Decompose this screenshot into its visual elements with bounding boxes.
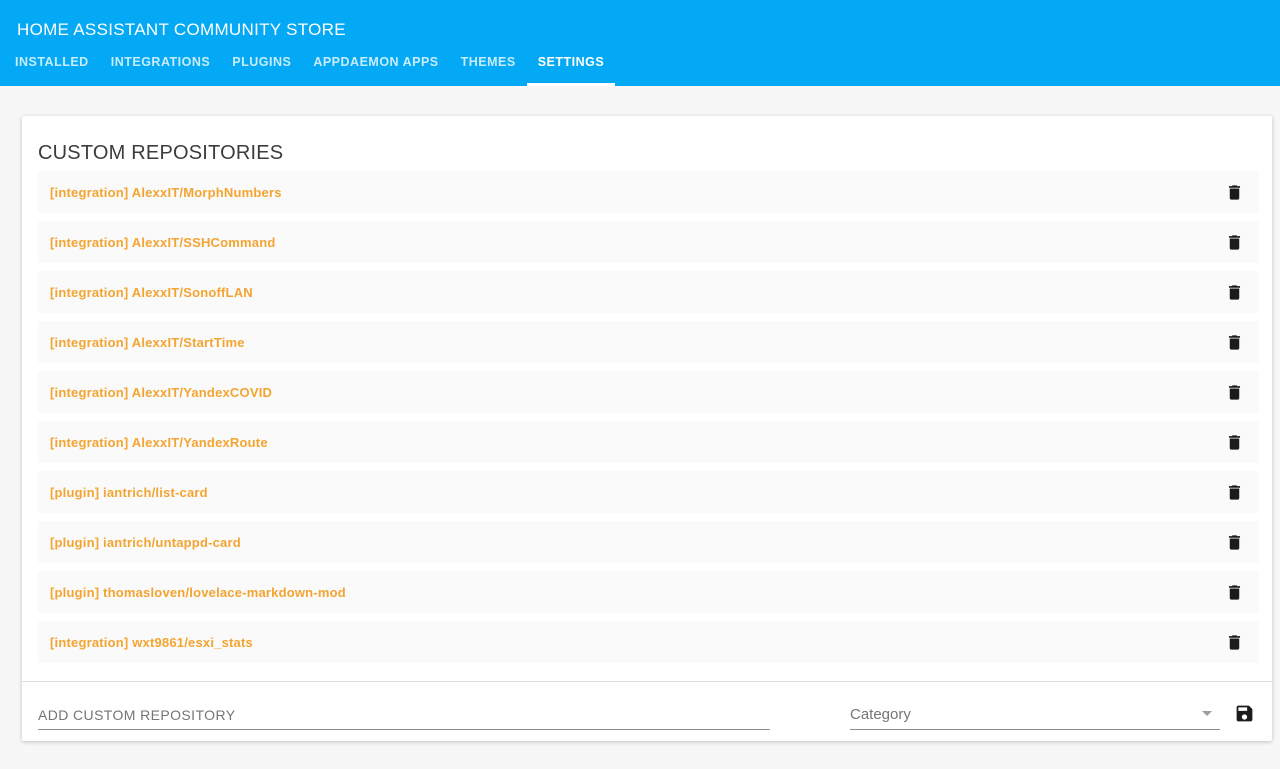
delete-repository-button[interactable] [1222, 480, 1246, 504]
delete-repository-button[interactable] [1222, 430, 1246, 454]
floppy-disk-icon [1236, 705, 1252, 721]
repository-link[interactable]: [integration] AlexxIT/StartTime [50, 335, 245, 350]
trash-icon [1228, 534, 1240, 550]
repository-row: [integration] AlexxIT/StartTime [38, 321, 1259, 363]
tab-integrations[interactable]: INTEGRATIONS [100, 38, 222, 86]
repository-row: [integration] AlexxIT/YandexRoute [38, 421, 1259, 463]
category-select[interactable]: Category [850, 700, 1220, 730]
repository-link[interactable]: [plugin] iantrich/list-card [50, 485, 208, 500]
caret-down-icon [1202, 711, 1212, 716]
content: CUSTOM REPOSITORIES [integration] AlexxI… [0, 116, 1280, 741]
repository-link[interactable]: [plugin] iantrich/untappd-card [50, 535, 241, 550]
delete-repository-button[interactable] [1222, 530, 1246, 554]
repository-row: [integration] wxt9861/esxi_stats [38, 621, 1259, 663]
trash-icon [1228, 634, 1240, 650]
repository-link[interactable]: [plugin] thomasloven/lovelace-markdown-m… [50, 585, 346, 600]
repository-row: [plugin] iantrich/list-card [38, 471, 1259, 513]
delete-repository-button[interactable] [1222, 630, 1246, 654]
repository-link[interactable]: [integration] AlexxIT/MorphNumbers [50, 185, 282, 200]
title-row: HOME ASSISTANT COMMUNITY STORE [0, 0, 1280, 38]
tab-settings[interactable]: SETTINGS [526, 38, 616, 86]
add-repository-form: Category [22, 682, 1272, 741]
trash-icon [1228, 334, 1240, 350]
delete-repository-button[interactable] [1222, 380, 1246, 404]
add-repository-input[interactable] [38, 700, 770, 730]
repository-row: [integration] AlexxIT/SonoffLAN [38, 271, 1259, 313]
delete-repository-button[interactable] [1222, 330, 1246, 354]
repository-row: [integration] AlexxIT/MorphNumbers [38, 171, 1259, 213]
trash-icon [1228, 234, 1240, 250]
repository-row: [plugin] iantrich/untappd-card [38, 521, 1259, 563]
repository-link[interactable]: [integration] AlexxIT/SonoffLAN [50, 285, 253, 300]
trash-icon [1228, 484, 1240, 500]
repository-row: [integration] AlexxIT/SSHCommand [38, 221, 1259, 263]
custom-repositories-card: CUSTOM REPOSITORIES [integration] AlexxI… [22, 116, 1272, 741]
tab-appdaemon-apps[interactable]: APPDAEMON APPS [302, 38, 449, 86]
repository-row: [plugin] thomasloven/lovelace-markdown-m… [38, 571, 1259, 613]
repository-link[interactable]: [integration] AlexxIT/YandexCOVID [50, 385, 272, 400]
trash-icon [1228, 384, 1240, 400]
trash-icon [1228, 434, 1240, 450]
repository-link[interactable]: [integration] wxt9861/esxi_stats [50, 635, 253, 650]
tab-bar: INSTALLED INTEGRATIONS PLUGINS APPDAEMON AP… [0, 38, 1280, 86]
repository-row: [integration] AlexxIT/YandexCOVID [38, 371, 1259, 413]
delete-repository-button[interactable] [1222, 580, 1246, 604]
delete-repository-button[interactable] [1222, 180, 1246, 204]
section-title: CUSTOM REPOSITORIES [38, 142, 284, 164]
delete-repository-button[interactable] [1222, 230, 1246, 254]
tab-themes[interactable]: THEMES [450, 38, 527, 86]
trash-icon [1228, 284, 1240, 300]
repository-link[interactable]: [integration] AlexxIT/YandexRoute [50, 435, 268, 450]
tab-plugins[interactable]: PLUGINS [221, 38, 302, 86]
repository-list: [integration] AlexxIT/MorphNumbers [inte… [22, 171, 1272, 663]
save-button[interactable] [1232, 701, 1256, 725]
category-select-label: Category [850, 706, 911, 723]
trash-icon [1228, 584, 1240, 600]
trash-icon [1228, 184, 1240, 200]
repository-link[interactable]: [integration] AlexxIT/SSHCommand [50, 235, 276, 250]
app-header: HOME ASSISTANT COMMUNITY STORE INSTALLED… [0, 0, 1280, 86]
tab-installed[interactable]: INSTALLED [4, 38, 100, 86]
delete-repository-button[interactable] [1222, 280, 1246, 304]
app-title: HOME ASSISTANT COMMUNITY STORE [17, 20, 346, 39]
